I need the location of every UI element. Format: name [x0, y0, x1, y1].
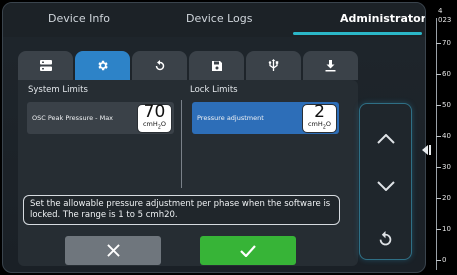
scale-tick: 10	[436, 225, 457, 233]
scale-tick: 0	[436, 256, 457, 264]
save-button[interactable]	[189, 51, 244, 80]
scale-tick: 20	[436, 194, 457, 202]
reset-icon	[379, 231, 392, 246]
rotary-controls	[359, 103, 412, 260]
scale-tick: 50	[436, 101, 457, 109]
tab-administrator[interactable]: Administrator	[340, 12, 425, 25]
setting-value: 2	[314, 102, 325, 123]
download-button[interactable]	[303, 51, 358, 80]
tab-device-info[interactable]: Device Info	[48, 12, 110, 25]
tab-device-logs[interactable]: Device Logs	[186, 12, 253, 25]
admin-window: Device Info Device Logs Administrator Sy…	[2, 2, 426, 273]
setting-label: OSC Peak Pressure - Max	[32, 114, 114, 122]
section-divider	[181, 100, 182, 188]
cancel-button[interactable]	[65, 236, 161, 265]
download-icon	[325, 59, 336, 71]
setting-unit: cmH2O	[142, 120, 167, 131]
value-box: 2 cmH2O	[302, 102, 337, 133]
usb-icon	[268, 59, 279, 71]
scale-caption-bottom: 023	[438, 16, 452, 24]
pressure-adjustment-setting[interactable]: Pressure adjustment 2 cmH2O	[192, 102, 339, 134]
display-settings-button[interactable]	[18, 51, 73, 80]
tab-bar: Device Info Device Logs Administrator	[3, 3, 425, 37]
usb-button[interactable]	[246, 51, 301, 80]
setting-unit: cmH2O	[307, 120, 332, 131]
restore-button[interactable]	[132, 51, 187, 80]
collapse-arrow-icon	[422, 145, 431, 155]
undo-icon	[155, 59, 164, 70]
confirm-button[interactable]	[200, 236, 296, 265]
active-tab-indicator	[293, 32, 422, 35]
chevron-up-icon	[376, 134, 395, 144]
scale-tick: 70	[436, 39, 457, 47]
scale-tick: 30	[436, 163, 457, 171]
pressure-scale: 4 023 70 60 50 40 30 20 10 0	[436, 0, 457, 275]
value-box: 70 cmH2O	[137, 102, 172, 133]
save-icon	[211, 60, 222, 71]
chevron-down-icon	[376, 181, 395, 191]
scale-tick: 40	[436, 132, 457, 140]
osc-peak-pressure-setting[interactable]: OSC Peak Pressure - Max 70 cmH2O	[27, 102, 174, 134]
system-limits-title: System Limits	[28, 85, 88, 95]
reset-button[interactable]	[360, 224, 411, 254]
setting-label: Pressure adjustment	[197, 114, 264, 122]
help-text: Set the allowable pressure adjustment pe…	[23, 195, 340, 225]
settings-button[interactable]	[75, 51, 130, 80]
cancel-x-icon	[106, 244, 120, 257]
collapse-panel-button[interactable]	[422, 140, 431, 159]
increase-button[interactable]	[360, 124, 411, 154]
settings-toolbar	[18, 51, 360, 80]
lock-limits-title: Lock Limits	[190, 85, 238, 95]
decrease-button[interactable]	[360, 171, 411, 201]
scale-tick: 60	[436, 70, 457, 78]
display-icon	[39, 60, 52, 71]
scale-caption-top: 4	[438, 7, 443, 15]
check-icon	[240, 244, 256, 257]
setting-value: 70	[143, 102, 166, 123]
gear-icon	[98, 60, 108, 71]
